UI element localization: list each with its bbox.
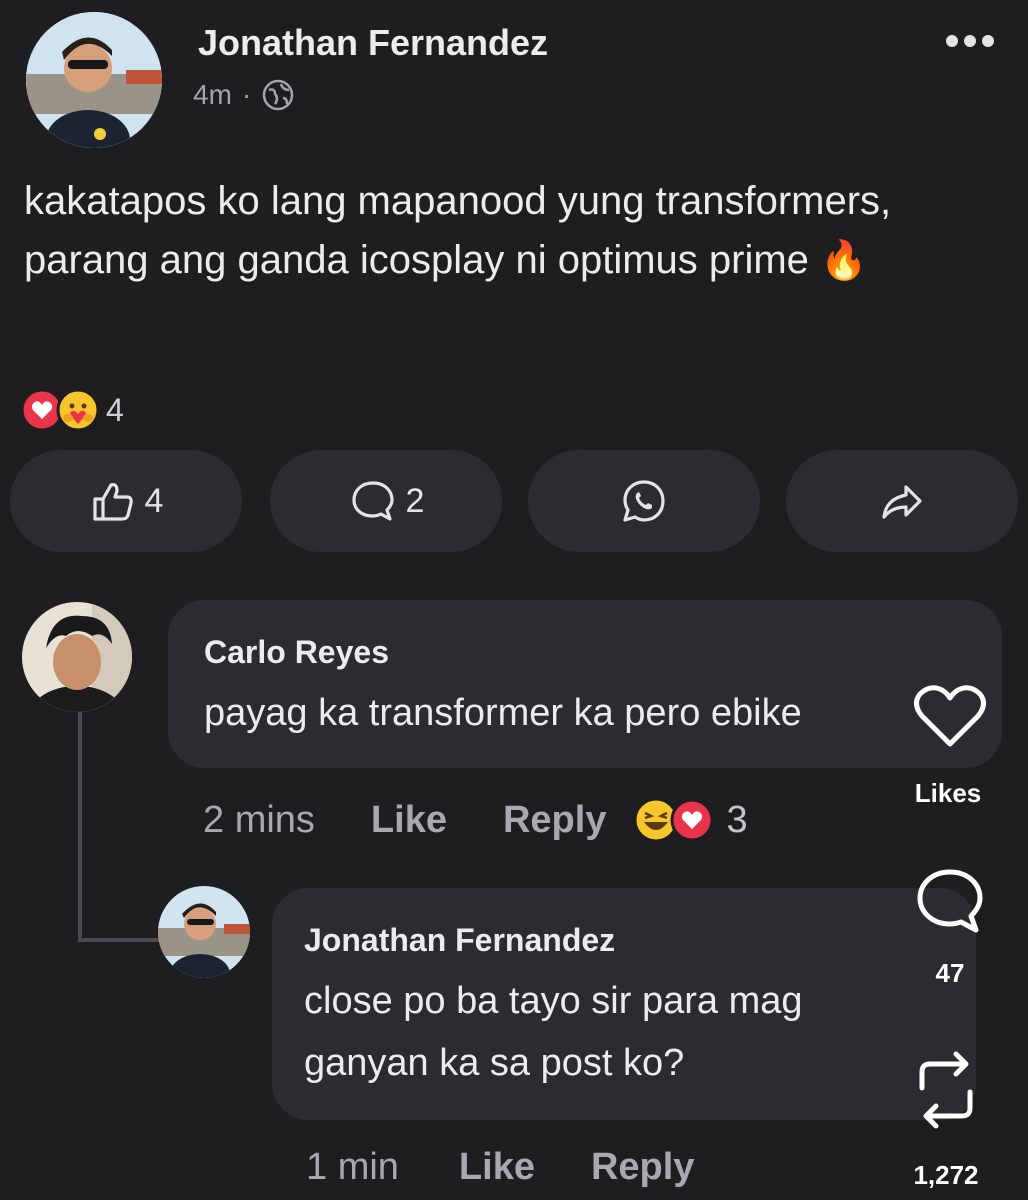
share-arrow-icon [882, 485, 922, 519]
comment-count: 2 [405, 481, 425, 520]
comment-author-name[interactable]: Carlo Reyes [204, 634, 389, 671]
reply-reply-button[interactable]: Reply [591, 1146, 694, 1189]
reaction-count: 4 [106, 391, 124, 428]
globe-icon [262, 79, 294, 111]
reply-like-button[interactable]: Like [459, 1146, 535, 1189]
more-options-icon[interactable] [946, 34, 1000, 52]
thumbs-up-icon [92, 483, 133, 521]
like-button[interactable]: 4 [10, 450, 242, 552]
likes-label: Likes [914, 778, 982, 808]
whatsapp-share-button[interactable] [528, 450, 760, 552]
post-author-name[interactable]: Jonathan Fernandez [198, 22, 548, 64]
repost-icon[interactable] [912, 1048, 980, 1132]
comment-bubble: Carlo Reyes payag ka transformer ka pero… [168, 600, 1002, 768]
author-avatar[interactable] [26, 12, 162, 148]
comments-count: 47 [935, 958, 965, 988]
post-text-content: kakatapos ko lang mapanood yung transfor… [24, 179, 892, 282]
comment-icon [351, 481, 394, 521]
comment-reply-button[interactable]: Reply [503, 799, 606, 842]
post-timestamp[interactable]: 4m [193, 79, 232, 111]
commenter-avatar[interactable] [22, 602, 132, 712]
reply-bubble: Jonathan Fernandez close po ba tayo sir … [272, 888, 976, 1120]
post-reactions[interactable]: 4 [20, 388, 124, 432]
reply-text-line1: close po ba tayo sir para mag [304, 980, 803, 1022]
side-comment-icon[interactable] [912, 866, 988, 936]
care-reaction-icon [56, 388, 100, 432]
reply-author-name[interactable]: Jonathan Fernandez [304, 922, 615, 959]
reply-thread-line [78, 712, 160, 942]
reply-meta: 1 min Like Reply [306, 1146, 694, 1189]
comment-timestamp[interactable]: 2 mins [203, 799, 315, 842]
comment-reaction-count: 3 [726, 798, 748, 841]
reply-timestamp[interactable]: 1 min [306, 1146, 399, 1189]
comment-like-button[interactable]: Like [371, 799, 447, 842]
post-text: kakatapos ko lang mapanood yung transfor… [24, 172, 984, 291]
heart-like-icon[interactable] [910, 680, 990, 752]
whatsapp-icon [623, 480, 665, 522]
reply-text-line2: ganyan ka sa post ko? [304, 1042, 685, 1084]
fire-emoji: 🔥 [820, 240, 868, 282]
post-meta: 4m · [193, 78, 295, 112]
comment-button[interactable]: 2 [270, 450, 502, 552]
reply-author-avatar[interactable] [158, 886, 250, 978]
love-reaction-icon [670, 798, 714, 842]
like-count: 4 [144, 481, 164, 520]
share-button[interactable] [786, 450, 1018, 552]
comment-meta: 2 mins Like Reply 3 [203, 796, 748, 844]
meta-separator: · [241, 79, 252, 110]
comment-text: payag ka transformer ka pero ebike [204, 692, 802, 734]
reposts-count: 1,272 [913, 1160, 979, 1190]
